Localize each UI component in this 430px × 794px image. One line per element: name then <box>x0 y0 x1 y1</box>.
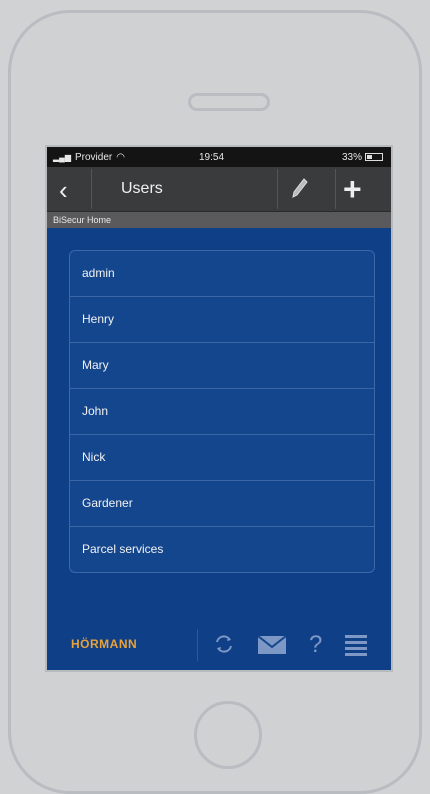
brand-logo: HÖRMANN <box>71 637 138 651</box>
refresh-icon[interactable] <box>213 633 235 655</box>
signal-icon: ▂▄▆ <box>53 152 71 162</box>
battery-icon <box>365 153 383 161</box>
user-list-item[interactable]: Henry <box>70 297 374 343</box>
carrier-label: Provider <box>74 151 113 163</box>
bottom-toolbar: HÖRMANN ? <box>47 619 391 670</box>
user-list: admin Henry Mary John Nick Gardener Parc… <box>69 250 375 573</box>
phone-speaker <box>188 93 270 111</box>
status-time: 19:54 <box>199 151 225 163</box>
user-list-item[interactable]: admin <box>70 251 374 297</box>
status-right: 33% <box>342 152 383 163</box>
add-user-icon[interactable]: + <box>343 171 362 208</box>
wifi-icon: ◠ <box>116 151 125 163</box>
nav-divider <box>91 169 92 209</box>
status-left: ▂▄▆ Provider ◠ <box>53 152 125 163</box>
toolbar-divider <box>197 629 198 661</box>
user-list-item[interactable]: Gardener <box>70 481 374 527</box>
home-button[interactable] <box>194 701 262 769</box>
status-bar: ▂▄▆ Provider ◠ 19:54 33% <box>47 147 391 167</box>
help-icon[interactable]: ? <box>309 631 322 659</box>
breadcrumb: BiSecur Home <box>47 212 391 228</box>
edit-pencil-icon[interactable] <box>291 177 309 199</box>
battery-label: 33% <box>341 151 362 163</box>
user-list-item[interactable]: Parcel services <box>70 527 374 572</box>
nav-divider <box>335 169 336 209</box>
menu-icon[interactable] <box>345 634 367 656</box>
back-icon[interactable]: ‹ <box>59 175 68 206</box>
nav-divider <box>277 169 278 209</box>
user-list-item[interactable]: Nick <box>70 435 374 481</box>
navigation-bar: ‹ Users + <box>47 167 391 212</box>
app-screen: ▂▄▆ Provider ◠ 19:54 33% ‹ Users + BiSec… <box>45 145 393 672</box>
user-list-item[interactable]: Mary <box>70 343 374 389</box>
mail-icon[interactable] <box>257 634 287 656</box>
page-title: Users <box>121 180 163 197</box>
user-list-item[interactable]: John <box>70 389 374 435</box>
